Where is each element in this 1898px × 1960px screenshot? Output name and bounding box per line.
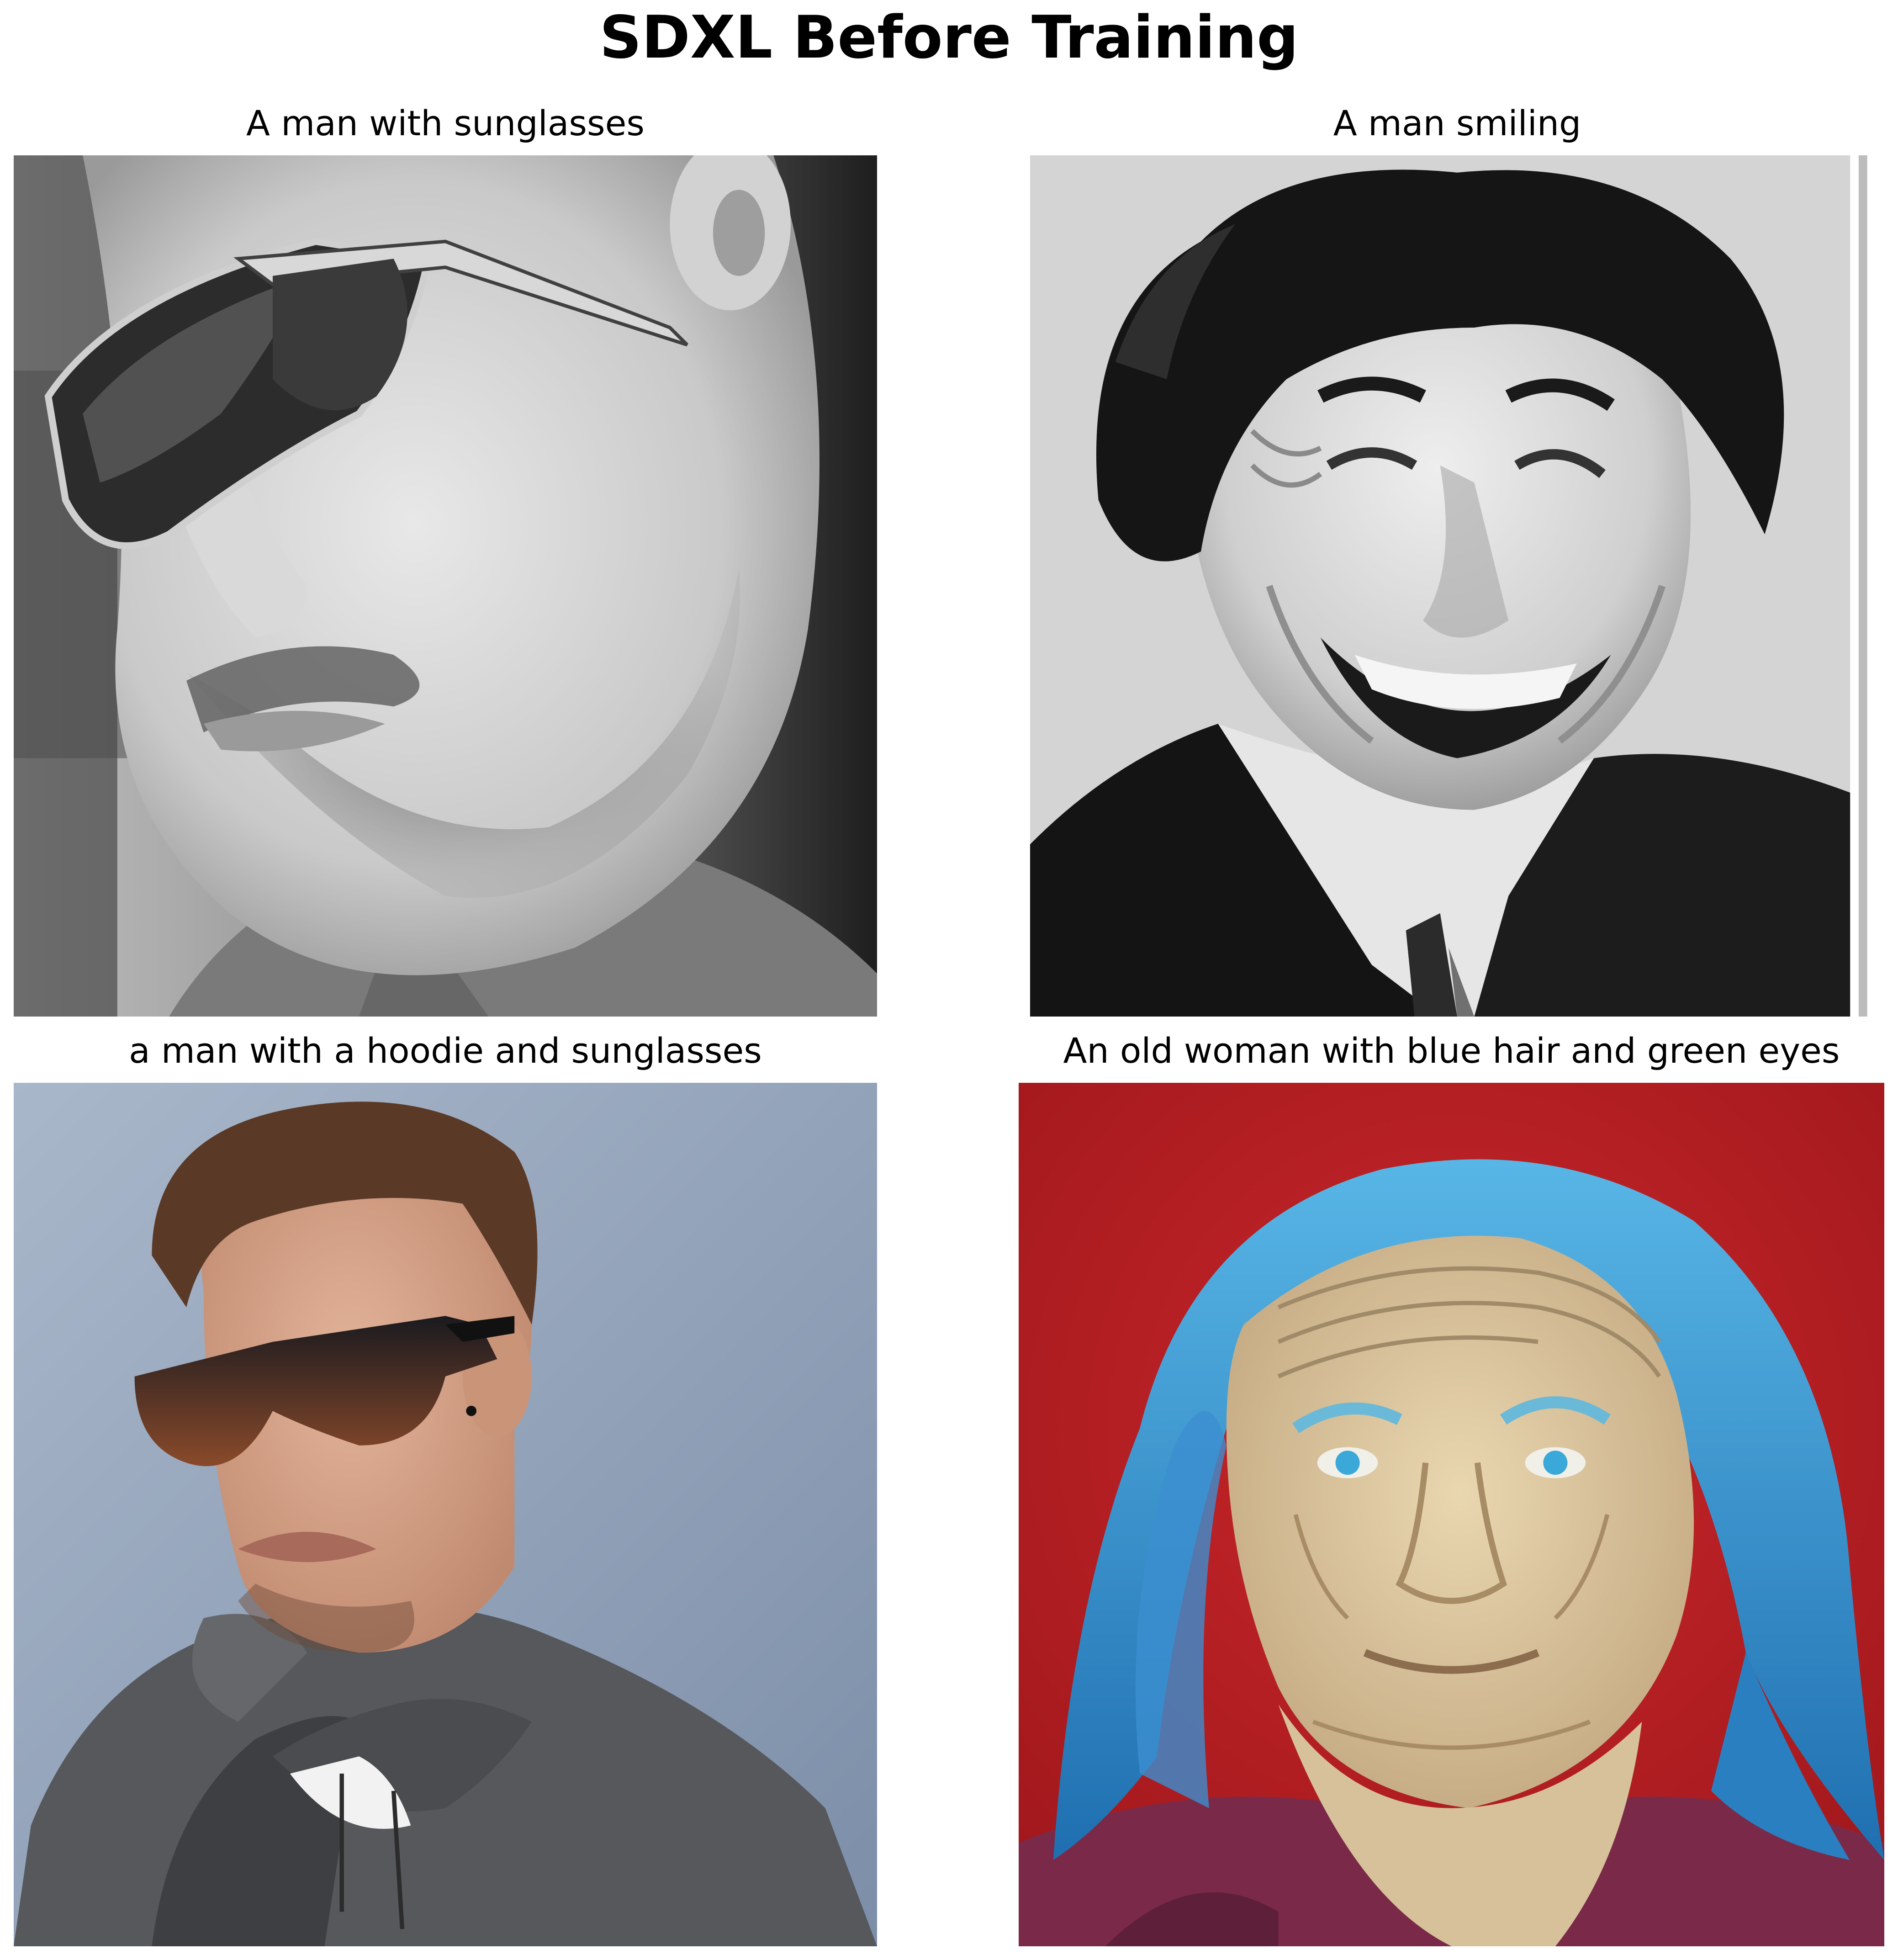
- panel-caption-man-smiling: A man smiling: [1333, 103, 1581, 143]
- image-man-smiling: [1030, 155, 1884, 1017]
- panel-caption-man-with-hoodie-and-sunglasses: a man with a hoodie and sunglasses: [129, 1030, 762, 1071]
- panel-caption-old-woman-blue-hair: An old woman with blue hair and green ey…: [1063, 1030, 1840, 1071]
- image-man-with-hoodie-and-sunglasses: [14, 1083, 877, 1946]
- image-man-with-sunglasses: [14, 155, 877, 1017]
- panel-caption-man-with-sunglasses: A man with sunglasses: [246, 103, 645, 143]
- image-old-woman-blue-hair: [1019, 1083, 1884, 1946]
- figure-title: SDXL Before Training: [599, 4, 1299, 72]
